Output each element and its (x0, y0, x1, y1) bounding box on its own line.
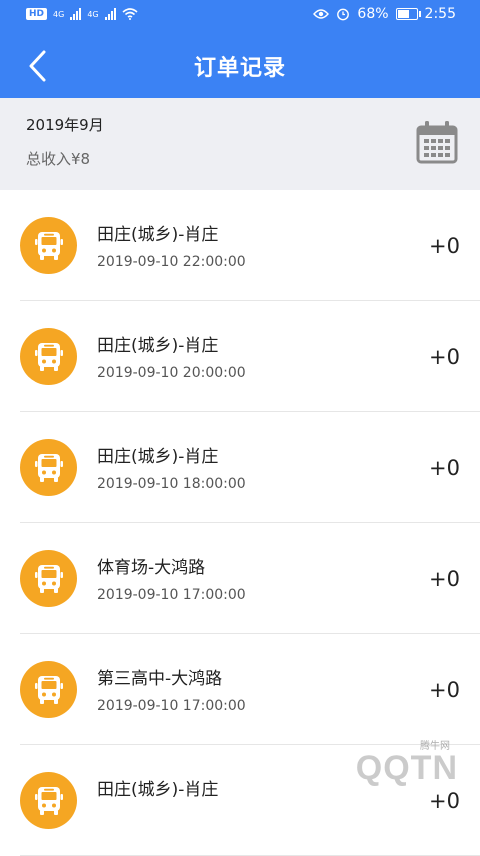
order-time: 2019-09-10 18:00:00 (97, 476, 246, 492)
order-amount: +0 (429, 678, 460, 702)
bus-icon (20, 217, 77, 274)
order-list: 田庄(城乡)-肖庄 2019-09-10 22:00:00 +0 田庄(城乡)-… (0, 190, 480, 856)
battery-percent: 68% (357, 6, 389, 22)
order-route: 第三高中-大鸿路 (97, 669, 223, 689)
order-row[interactable]: 田庄(城乡)-肖庄 2019-09-10 20:00:00 +0 (20, 301, 480, 412)
summary-total-income: 总收入¥8 (26, 150, 91, 168)
order-route: 田庄(城乡)-肖庄 (97, 225, 219, 245)
order-amount: +0 (429, 456, 460, 480)
order-route: 田庄(城乡)-肖庄 (97, 447, 219, 467)
battery-level (397, 10, 409, 18)
alarm-icon (337, 8, 350, 21)
bus-icon (20, 772, 77, 829)
summary-panel: 2019年9月 总收入¥8 (0, 98, 480, 190)
order-amount: +0 (429, 789, 460, 813)
status-right: 68% 2:55 (313, 6, 456, 22)
bus-icon (20, 328, 77, 385)
wifi-icon (122, 8, 138, 20)
bus-icon (20, 661, 77, 718)
signal-icon (70, 8, 82, 20)
order-row[interactable]: 田庄(城乡)-肖庄 2019-09-10 18:00:00 +0 (20, 412, 480, 523)
order-time: 2019-09-10 22:00:00 (97, 254, 246, 270)
order-amount: +0 (429, 234, 460, 258)
order-row[interactable]: 田庄(城乡)-肖庄 2019-09-10 22:00:00 +0 (20, 190, 480, 301)
network-label-2: 4G (87, 9, 99, 19)
order-amount: +0 (429, 567, 460, 591)
order-row[interactable]: 第三高中-大鸿路 2019-09-10 17:00:00 +0 (20, 634, 480, 745)
order-time: 2019-09-10 17:00:00 (97, 698, 246, 714)
page-title: 订单记录 (193, 56, 286, 81)
order-time: 2019-09-10 20:00:00 (97, 365, 246, 381)
status-left: HD 4G 4G (26, 8, 138, 20)
order-amount: +0 (429, 345, 460, 369)
calendar-button[interactable] (416, 120, 458, 164)
eye-icon (313, 9, 330, 19)
bus-icon (20, 439, 77, 496)
order-row[interactable]: 田庄(城乡)-肖庄 +0 (20, 745, 480, 856)
hd-badge: HD (26, 8, 48, 20)
app-header: HD 4G 4G 68% 2:55 订单记录 (0, 0, 480, 98)
order-route: 体育场-大鸿路 (97, 558, 206, 578)
order-time: 2019-09-10 17:00:00 (97, 587, 246, 603)
status-bar: HD 4G 4G 68% 2:55 (0, 0, 480, 30)
order-row[interactable]: 体育场-大鸿路 2019-09-10 17:00:00 +0 (20, 523, 480, 634)
clock: 2:55 (424, 6, 456, 22)
summary-month: 2019年9月 (26, 116, 104, 134)
signal-icon (104, 8, 116, 20)
order-route: 田庄(城乡)-肖庄 (97, 336, 219, 356)
battery-icon (395, 8, 421, 20)
network-label-1: 4G (53, 9, 65, 19)
calendar-icon (416, 121, 458, 164)
bus-icon (20, 550, 77, 607)
order-route: 田庄(城乡)-肖庄 (97, 780, 219, 800)
